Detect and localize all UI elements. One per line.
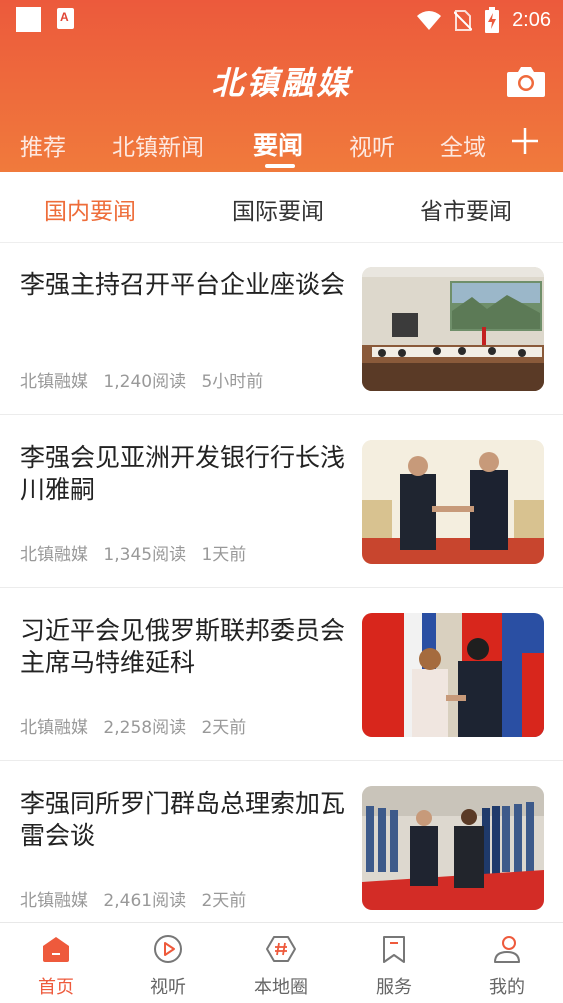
add-channel-icon[interactable] bbox=[510, 126, 540, 156]
tab-label: 服务 bbox=[376, 977, 412, 998]
subtab-provincial[interactable]: 省市要闻 bbox=[420, 192, 512, 226]
article-thumbnail[interactable] bbox=[362, 267, 544, 391]
article-title[interactable]: 习近平会见俄罗斯联邦委员会主席马特维延科 bbox=[20, 615, 346, 679]
nav-tab-recommend[interactable]: 推荐 bbox=[20, 128, 66, 162]
tab-label: 我的 bbox=[489, 977, 525, 998]
list-item[interactable]: 李强主持召开平台企业座谈会 北镇融媒 1,240阅读 5小时前 bbox=[0, 243, 563, 415]
battery-charging-icon bbox=[485, 7, 500, 33]
article-thumbnail[interactable] bbox=[362, 613, 544, 737]
app-notification-icon: A bbox=[57, 8, 74, 29]
divider bbox=[0, 760, 563, 761]
article-reads: 2,258阅读 bbox=[103, 718, 187, 738]
article-meta: 北镇融媒 1,240阅读 5小时前 bbox=[20, 367, 273, 392]
article-title[interactable]: 李强同所罗门群岛总理索加瓦雷会谈 bbox=[20, 788, 346, 852]
app-header: A 2:06 北镇融媒 推荐 北镇新闻 要闻 视听 全域 bbox=[0, 0, 563, 172]
list-item[interactable]: 李强同所罗门群岛总理索加瓦雷会谈 北镇融媒 2,461阅读 2天前 bbox=[0, 762, 563, 934]
article-source: 北镇融媒 bbox=[20, 545, 88, 565]
tab-services[interactable]: 服务 bbox=[338, 923, 450, 1003]
tab-profile[interactable]: 我的 bbox=[451, 923, 563, 1003]
article-time: 5小时前 bbox=[201, 372, 264, 392]
article-time: 2天前 bbox=[201, 718, 247, 738]
nav-tab-audio-video[interactable]: 视听 bbox=[349, 128, 395, 162]
article-reads: 1,240阅读 bbox=[103, 372, 187, 392]
article-time: 2天前 bbox=[201, 891, 247, 911]
article-title[interactable]: 李强主持召开平台企业座谈会 bbox=[20, 269, 346, 301]
article-meta: 北镇融媒 1,345阅读 1天前 bbox=[20, 540, 256, 565]
article-reads: 2,461阅读 bbox=[103, 891, 187, 911]
tab-label: 首页 bbox=[38, 977, 74, 998]
bookmark-icon bbox=[383, 936, 405, 963]
home-icon bbox=[43, 937, 69, 962]
clock: 2:06 bbox=[512, 8, 551, 31]
nav-tab-beizhen-news[interactable]: 北镇新闻 bbox=[112, 128, 204, 162]
no-sim-icon bbox=[454, 10, 473, 31]
article-meta: 北镇融媒 2,461阅读 2天前 bbox=[20, 886, 256, 911]
article-thumbnail[interactable] bbox=[362, 440, 544, 564]
tab-local-circle[interactable]: 本地圈 bbox=[225, 923, 337, 1003]
article-reads: 1,345阅读 bbox=[103, 545, 187, 565]
nav-tab-all-region[interactable]: 全域 bbox=[440, 128, 486, 162]
tab-audio-video[interactable]: 视听 bbox=[112, 923, 224, 1003]
article-thumbnail[interactable] bbox=[362, 786, 544, 910]
divider bbox=[0, 414, 563, 415]
article-source: 北镇融媒 bbox=[20, 891, 88, 911]
tab-home[interactable]: 首页 bbox=[0, 923, 112, 1003]
status-bar: A 2:06 bbox=[0, 0, 563, 40]
active-tab-indicator bbox=[265, 164, 295, 168]
notification-square-icon bbox=[16, 7, 41, 32]
article-source: 北镇融媒 bbox=[20, 718, 88, 738]
camera-icon[interactable] bbox=[506, 64, 546, 98]
list-item[interactable]: 习近平会见俄罗斯联邦委员会主席马特维延科 北镇融媒 2,258阅读 2天前 bbox=[0, 589, 563, 761]
article-title[interactable]: 李强会见亚洲开发银行行长浅川雅嗣 bbox=[20, 442, 346, 506]
divider bbox=[0, 587, 563, 588]
list-item[interactable]: 李强会见亚洲开发银行行长浅川雅嗣 北镇融媒 1,345阅读 1天前 bbox=[0, 416, 563, 588]
user-icon bbox=[494, 936, 520, 963]
bottom-tab-bar: 首页 视听 本地圈 服务 我的 bbox=[0, 922, 563, 1003]
sub-tabs: 国内要闻 国际要闻 省市要闻 bbox=[0, 172, 563, 243]
hashtag-icon bbox=[266, 936, 296, 962]
nav-tab-headlines[interactable]: 要闻 bbox=[253, 126, 303, 162]
subtab-international[interactable]: 国际要闻 bbox=[232, 192, 324, 226]
subtab-domestic[interactable]: 国内要闻 bbox=[44, 192, 136, 226]
article-time: 1天前 bbox=[201, 545, 247, 565]
wifi-icon bbox=[417, 11, 442, 30]
article-source: 北镇融媒 bbox=[20, 372, 88, 392]
app-logo-title: 北镇融媒 bbox=[211, 64, 352, 102]
tab-label: 视听 bbox=[150, 977, 186, 998]
article-meta: 北镇融媒 2,258阅读 2天前 bbox=[20, 713, 256, 738]
play-icon bbox=[154, 935, 182, 963]
tab-label: 本地圈 bbox=[254, 977, 308, 998]
